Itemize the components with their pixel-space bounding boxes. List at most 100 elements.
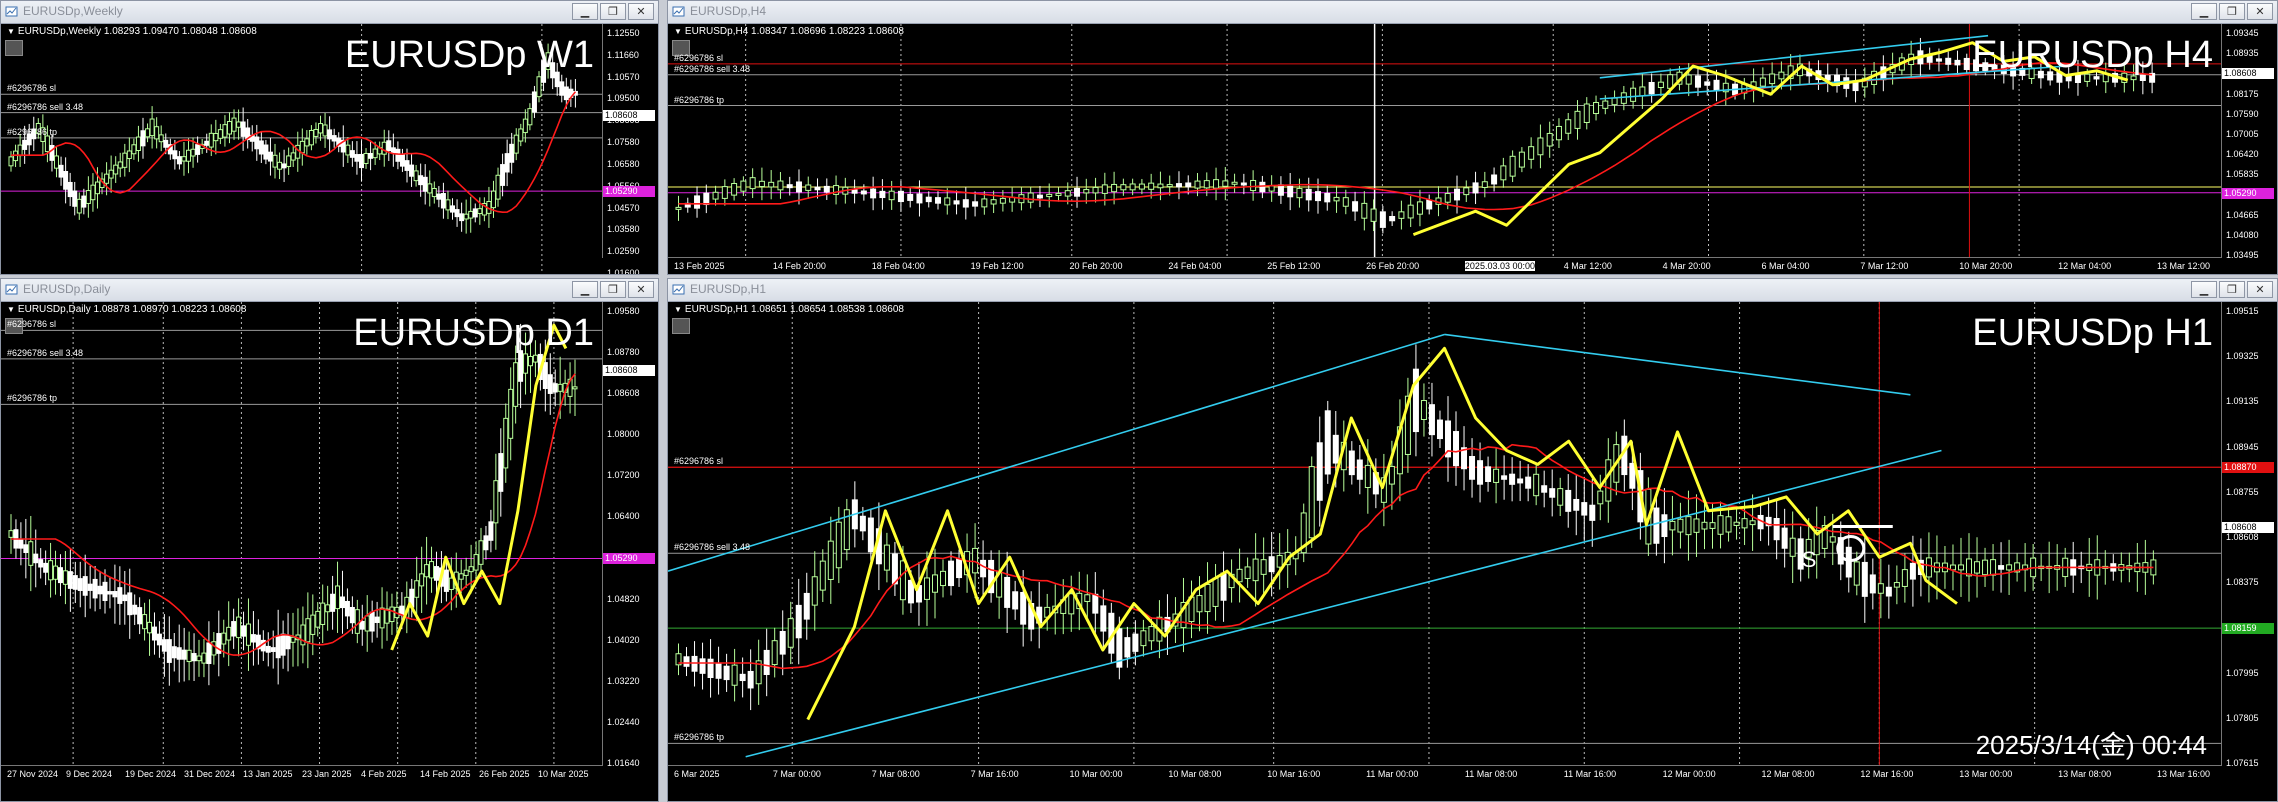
price-axis-tick-label: 1.08175 bbox=[2226, 88, 2259, 99]
chart-window-daily[interactable]: EURUSDp,Daily ▁ ❐ ✕ 1.09580 1.08780 1.0860… bbox=[0, 278, 659, 802]
minimize-button[interactable]: ▁ bbox=[572, 3, 598, 20]
restore-button[interactable]: ❐ bbox=[2219, 281, 2245, 298]
candle-body bbox=[1124, 637, 1131, 658]
ohlc-text: EURUSDp,Weekly 1.08293 1.09470 1.08048 1… bbox=[17, 26, 257, 37]
price-axis-tick-label: 1.08935 bbox=[2226, 48, 2259, 59]
candle-body bbox=[699, 658, 706, 674]
minimize-button[interactable]: ▁ bbox=[572, 281, 598, 298]
candle-body bbox=[222, 124, 228, 138]
minimize-button[interactable]: ▁ bbox=[2191, 3, 2217, 20]
price-axis[interactable]: 1.09515 1.09325 1.09135 1.08945 1.08755 1.086… bbox=[2221, 302, 2277, 768]
chart-tool-button[interactable] bbox=[5, 40, 23, 56]
candle-body bbox=[1236, 568, 1243, 583]
price-axis-tick-label: 1.10570 bbox=[607, 71, 640, 82]
close-button[interactable]: ✕ bbox=[628, 281, 654, 298]
candle-body bbox=[1605, 459, 1612, 502]
price-axis[interactable]: 1.09580 1.08780 1.08608 1.08000 1.07200 1.064… bbox=[602, 302, 658, 768]
price-axis-tick-label: 1.09515 bbox=[2226, 306, 2259, 316]
candle-body bbox=[1769, 73, 1776, 85]
candle-body bbox=[823, 185, 830, 193]
close-button[interactable]: ✕ bbox=[2247, 281, 2273, 298]
price-axis[interactable]: 1.09345 1.08935 1.08608 1.08175 1.07590 1.070… bbox=[2221, 24, 2277, 260]
time-axis-tick-label: 12 Mar 00:00 bbox=[1662, 769, 1716, 779]
candle-body bbox=[275, 636, 281, 659]
window-titlebar[interactable]: EURUSDp,H1 ▁ ❐ ✕ bbox=[668, 279, 2277, 302]
price-axis-tick-label: 1.09500 bbox=[607, 93, 640, 104]
candle-body bbox=[715, 662, 722, 679]
chart-window-icon bbox=[5, 284, 18, 295]
candle-body bbox=[330, 593, 336, 612]
candle-body bbox=[1092, 593, 1099, 614]
time-axis[interactable]: 13 Feb 2025 14 Feb 20:00 18 Feb 04:00 19 Fe… bbox=[668, 257, 2221, 274]
minimize-button[interactable]: ▁ bbox=[2191, 281, 2217, 298]
order-label: #6296786 tp bbox=[674, 94, 725, 105]
price-axis-tick-label: 1.07580 bbox=[607, 137, 640, 148]
candle-body bbox=[221, 632, 227, 645]
order-label: #6296786 sell 3.48 bbox=[7, 101, 84, 112]
candle-body bbox=[290, 152, 296, 161]
time-axis-tick-label: 4 Mar 12:00 bbox=[1563, 261, 1612, 271]
candle-body bbox=[956, 558, 963, 579]
candle-body bbox=[1789, 537, 1796, 557]
restore-button[interactable]: ❐ bbox=[600, 3, 626, 20]
time-axis-tick-label: 11 Mar 00:00 bbox=[1366, 769, 1419, 779]
time-axis-tick-label: 23 Jan 2025 bbox=[302, 769, 352, 779]
candle-body bbox=[135, 136, 141, 151]
candle-body bbox=[186, 149, 192, 162]
collapse-triangle-icon[interactable]: ▼ bbox=[674, 305, 682, 314]
candle-body bbox=[1436, 419, 1443, 440]
chart-plot-area[interactable]: 1.09345 1.08935 1.08608 1.08175 1.07590 1.070… bbox=[668, 24, 2277, 274]
window-titlebar[interactable]: EURUSDp,Daily ▁ ❐ ✕ bbox=[1, 279, 658, 302]
candle-body bbox=[381, 141, 387, 155]
collapse-triangle-icon[interactable]: ▼ bbox=[7, 305, 15, 314]
collapse-triangle-icon[interactable]: ▼ bbox=[7, 27, 15, 36]
chart-plot-area[interactable]: 1.09515 1.09325 1.09135 1.08945 1.08755 1.086… bbox=[668, 302, 2277, 784]
order-label: #6296786 sl bbox=[674, 456, 724, 467]
candle-body bbox=[931, 574, 938, 593]
candle-body bbox=[827, 540, 834, 580]
price-axis[interactable]: 1.12550 1.11660 1.10570 1.09500 1.08608 1.075… bbox=[602, 24, 658, 274]
time-axis-tick-label: 11 Mar 08:00 bbox=[1464, 769, 1518, 779]
candle-body bbox=[156, 633, 162, 646]
chart-window-weekly[interactable]: EURUSDp,Weekly ▁ ❐ ✕ 1.12550 1.11660 1.105… bbox=[0, 0, 659, 275]
candle-body bbox=[280, 633, 286, 656]
candle-body bbox=[940, 570, 947, 587]
price-axis-tick-label: 1.01600 bbox=[607, 268, 640, 275]
candle-body bbox=[552, 383, 558, 393]
window-titlebar[interactable]: EURUSDp,H4 ▁ ❐ ✕ bbox=[668, 1, 2277, 24]
window-titlebar[interactable]: EURUSDp,Weekly ▁ ❐ ✕ bbox=[1, 1, 658, 24]
time-axis[interactable]: 27 Nov 2024 9 Dec 2024 19 Dec 2024 31 Dec 2… bbox=[1, 765, 602, 784]
candle-body bbox=[389, 606, 395, 623]
close-button[interactable]: ✕ bbox=[628, 3, 654, 20]
candle-body bbox=[304, 138, 310, 147]
candle-body bbox=[867, 517, 874, 553]
candle-body bbox=[1194, 180, 1201, 189]
candle-body bbox=[1781, 527, 1788, 549]
candle-body bbox=[390, 147, 396, 154]
restore-button[interactable]: ❐ bbox=[600, 281, 626, 298]
candle-body bbox=[1027, 192, 1034, 203]
price-axis-tick-label: 1.05835 bbox=[2226, 169, 2259, 180]
chart-tool-button[interactable] bbox=[672, 318, 690, 334]
order-label: #6296786 tp bbox=[7, 393, 58, 404]
candle-body bbox=[495, 174, 501, 200]
chart-plot-area[interactable]: 1.09580 1.08780 1.08608 1.08000 1.07200 1.064… bbox=[1, 302, 658, 784]
chart-symbol-title: EURUSDp H4 bbox=[1972, 34, 2213, 76]
price-axis-tick-label: 1.08755 bbox=[2226, 486, 2259, 497]
close-button[interactable]: ✕ bbox=[2247, 3, 2273, 20]
restore-button[interactable]: ❐ bbox=[2219, 3, 2245, 20]
candle-body bbox=[33, 553, 39, 564]
candle-body bbox=[286, 155, 292, 167]
chart-window-h4[interactable]: EURUSDp,H4 ▁ ❐ ✕ 1.093451.089351.086081.… bbox=[667, 0, 2278, 275]
candle-body bbox=[1954, 59, 1961, 66]
candle-body bbox=[48, 560, 54, 581]
collapse-triangle-icon[interactable]: ▼ bbox=[674, 27, 682, 36]
candle-body bbox=[1685, 74, 1692, 85]
candle-body bbox=[431, 187, 437, 198]
candle-body bbox=[90, 184, 96, 201]
chart-window-h1[interactable]: EURUSDp,H1 ▁ ❐ ✕ 1.09515 1.09325 1.09135 1.… bbox=[667, 278, 2278, 802]
chart-plot-area[interactable]: 1.12550 1.11660 1.10570 1.09500 1.08608 1.075… bbox=[1, 24, 658, 274]
time-axis[interactable]: 6 Mar 2025 7 Mar 00:00 7 Mar 08:00 7 Mar 16… bbox=[668, 765, 2221, 784]
candle-body bbox=[1244, 566, 1251, 579]
candle-body bbox=[305, 618, 311, 643]
